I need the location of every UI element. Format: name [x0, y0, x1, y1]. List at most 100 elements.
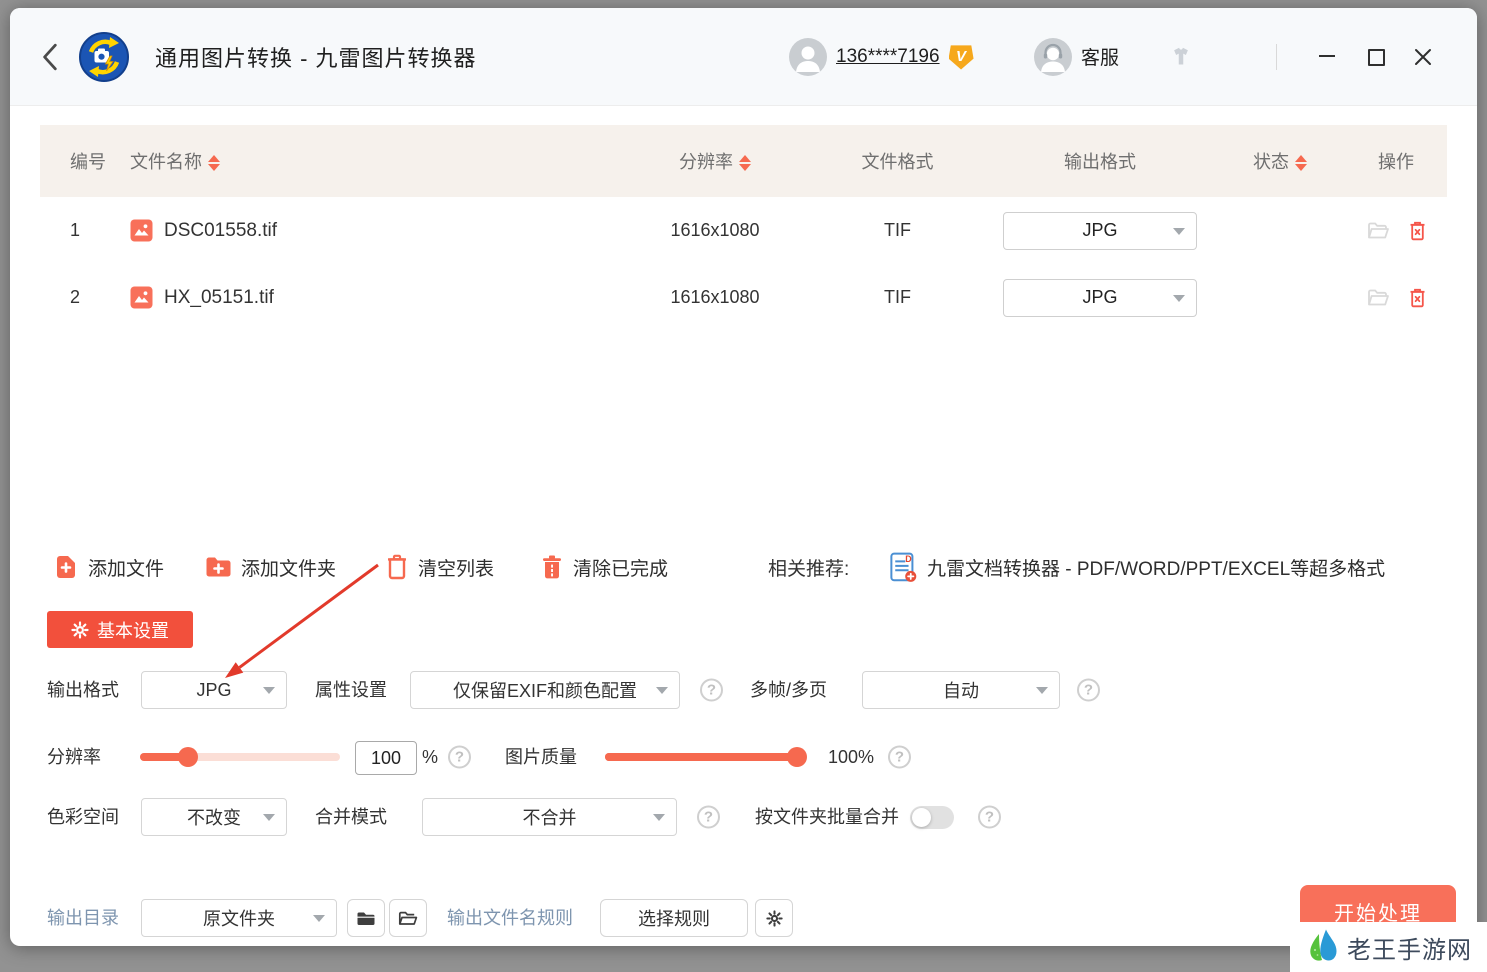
recommend-link[interactable]: D 九雷文档转换器 - PDF/WORD/PPT/EXCEL等超多格式: [888, 545, 1385, 589]
chevron-down-icon: [1173, 228, 1185, 235]
add-file-icon: [53, 554, 79, 580]
chevron-down-icon: [263, 814, 275, 821]
image-file-icon: [130, 219, 153, 242]
resolution-slider[interactable]: [140, 753, 340, 761]
table-row: 1 DSC01558.tif 1616x1080 TIF JPG: [40, 197, 1447, 264]
open-folder-icon[interactable]: [1367, 288, 1389, 308]
add-folder-button[interactable]: 添加文件夹: [205, 545, 336, 589]
quality-value: 100%: [828, 737, 874, 777]
multipage-select[interactable]: 自动: [862, 671, 1060, 709]
file-resolution: 1616x1080: [620, 287, 810, 308]
page-title: 通用图片转换 - 九雷图片转换器: [155, 41, 477, 73]
row-index: 2: [40, 287, 120, 308]
help-icon[interactable]: ?: [1077, 679, 1100, 702]
help-icon[interactable]: ?: [697, 806, 720, 829]
theme-skin-button[interactable]: [1166, 8, 1196, 105]
sort-arrows-icon: [1295, 155, 1307, 171]
output-format-label: 输出格式: [47, 670, 119, 710]
header-resolution[interactable]: 分辨率: [620, 148, 810, 174]
file-resolution: 1616x1080: [620, 220, 810, 241]
customer-service[interactable]: 客服: [1034, 8, 1119, 105]
open-folder-icon: [398, 910, 418, 927]
basic-settings-button[interactable]: 基本设置: [47, 611, 193, 648]
slider-thumb[interactable]: [178, 747, 198, 767]
sort-arrows-icon: [739, 155, 751, 171]
open-output-folder-button[interactable]: [389, 899, 427, 937]
close-button[interactable]: [1405, 47, 1441, 83]
merge-mode-select[interactable]: 不合并: [422, 798, 677, 836]
clear-list-button[interactable]: 清空列表: [385, 545, 494, 589]
doc-converter-icon: D: [888, 552, 918, 583]
titlebar-separator: [1276, 44, 1277, 70]
menu-button[interactable]: [1222, 48, 1248, 65]
merge-mode-label: 合并模式: [315, 797, 387, 837]
add-folder-icon: [205, 555, 232, 579]
minimize-button[interactable]: [1309, 47, 1345, 83]
delete-file-icon[interactable]: [1407, 287, 1428, 309]
percent-sign: %: [422, 737, 438, 777]
table-header-row: 编号 文件名称 分辨率 文件格式 输出格式 状态 操作: [40, 125, 1447, 197]
watermark-text: 老王手游网: [1347, 930, 1472, 965]
quality-label: 图片质量: [505, 737, 577, 777]
header-format: 文件格式: [810, 148, 985, 174]
output-format-select[interactable]: JPG: [141, 671, 287, 709]
image-file-icon: [130, 286, 153, 309]
chevron-down-icon: [263, 687, 275, 694]
file-format: TIF: [810, 287, 985, 308]
help-icon[interactable]: ?: [700, 679, 723, 702]
set-folder-button[interactable]: [347, 899, 385, 937]
chevron-down-icon: [313, 915, 325, 922]
filename-rule-label: 输出文件名规则: [447, 899, 573, 937]
file-format: TIF: [810, 220, 985, 241]
choose-rule-button[interactable]: 选择规则: [600, 899, 748, 937]
clear-completed-button[interactable]: 清除已完成: [540, 545, 668, 589]
site-watermark: 老王手游网: [1290, 922, 1487, 972]
file-table: 编号 文件名称 分辨率 文件格式 输出格式 状态 操作 1: [40, 125, 1447, 331]
row-index: 1: [40, 220, 120, 241]
output-bar: 输出目录 原文件夹 输出文件名规则 选择规则: [10, 899, 1477, 937]
titlebar: 通用图片转换 - 九雷图片转换器 136****7196 V: [10, 8, 1477, 106]
output-format-select[interactable]: JPG: [1003, 212, 1197, 250]
app-window: 通用图片转换 - 九雷图片转换器 136****7196 V: [10, 8, 1477, 946]
account-number-link[interactable]: 136****7196: [836, 46, 940, 68]
file-name: DSC01558.tif: [164, 220, 277, 242]
resolution-label: 分辨率: [47, 737, 101, 777]
chevron-down-icon: [1036, 687, 1048, 694]
batch-merge-label: 按文件夹批量合并: [755, 797, 899, 837]
window-title: 通用图片转换 - 九雷图片转换器: [155, 8, 477, 105]
colorspace-select[interactable]: 不改变: [141, 798, 287, 836]
svg-text:D: D: [905, 553, 912, 563]
help-icon[interactable]: ?: [978, 806, 1001, 829]
maximize-button[interactable]: [1358, 47, 1394, 83]
service-label: 客服: [1081, 43, 1119, 70]
header-filename[interactable]: 文件名称: [120, 148, 620, 174]
open-folder-icon[interactable]: [1367, 221, 1389, 241]
batch-merge-toggle[interactable]: [910, 806, 954, 829]
waterdrop-logo-icon: [1306, 928, 1340, 966]
properties-label: 属性设置: [315, 670, 387, 710]
help-icon[interactable]: ?: [888, 746, 911, 769]
resolution-input[interactable]: [355, 741, 417, 775]
colorspace-label: 色彩空间: [47, 797, 119, 837]
properties-select[interactable]: 仅保留EXIF和颜色配置: [410, 671, 680, 709]
user-avatar[interactable]: [789, 38, 827, 76]
file-name: HX_05151.tif: [164, 287, 274, 309]
header-status[interactable]: 状态: [1215, 148, 1345, 174]
add-file-button[interactable]: 添加文件: [53, 545, 164, 589]
service-avatar: [1034, 38, 1072, 76]
header-index: 编号: [40, 148, 120, 174]
folder-icon: [356, 910, 376, 927]
chevron-down-icon: [656, 687, 668, 694]
sort-arrows-icon: [208, 155, 220, 171]
output-format-select[interactable]: JPG: [1003, 279, 1197, 317]
filled-trash-icon: [540, 554, 564, 580]
back-button[interactable]: [40, 8, 62, 105]
delete-file-icon[interactable]: [1407, 220, 1428, 242]
rule-settings-button[interactable]: [755, 899, 793, 937]
table-row: 2 HX_05151.tif 1616x1080 TIF JPG: [40, 264, 1447, 331]
help-icon[interactable]: ?: [448, 746, 471, 769]
slider-thumb[interactable]: [787, 747, 807, 767]
quality-slider[interactable]: [605, 753, 805, 761]
output-dir-select[interactable]: 原文件夹: [141, 899, 337, 937]
list-toolbar: 添加文件 添加文件夹 清空列表: [40, 545, 1447, 589]
